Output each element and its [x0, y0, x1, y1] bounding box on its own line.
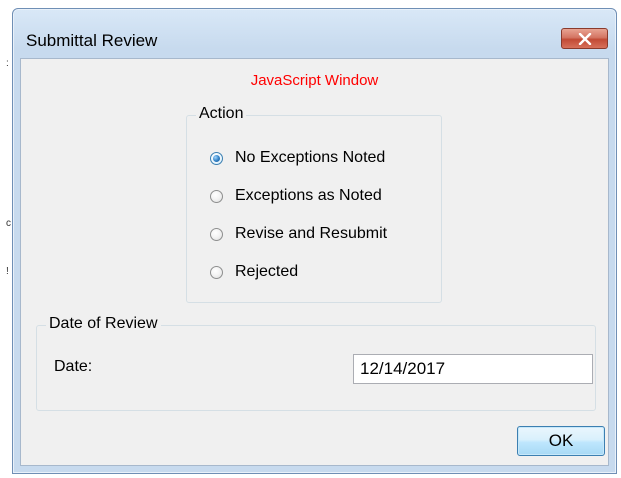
radio-button[interactable] [210, 265, 223, 279]
radio-option-revise-and-resubmit[interactable]: Revise and Resubmit [210, 222, 387, 246]
background-application: : c ! [0, 0, 12, 478]
close-icon [578, 32, 591, 45]
date-field-label: Date: [54, 358, 93, 375]
radio-label: Revise and Resubmit [235, 225, 388, 242]
date-group-legend: Date of Review [46, 315, 161, 333]
radio-button-selected[interactable] [210, 151, 223, 165]
dialog-content: JavaScript Window Action No Exceptions N… [20, 58, 609, 466]
title-bar[interactable]: Submittal Review [13, 9, 616, 57]
action-groupbox: Action No Exceptions Noted Exceptions as… [186, 105, 442, 303]
radio-option-no-exceptions[interactable]: No Exceptions Noted [210, 146, 385, 170]
radio-label: No Exceptions Noted [235, 149, 386, 166]
window-title: Submittal Review [26, 31, 158, 50]
date-input[interactable] [353, 354, 593, 384]
radio-button[interactable] [210, 227, 223, 241]
radio-option-rejected[interactable]: Rejected [210, 260, 298, 284]
background-mark: : [6, 58, 9, 69]
javascript-window-label: JavaScript Window [250, 72, 379, 89]
action-group-legend: Action [196, 105, 247, 123]
radio-label: Rejected [235, 263, 299, 280]
radio-label: Exceptions as Noted [235, 187, 382, 204]
dialog-window: Submittal Review JavaScript Window Actio… [12, 8, 617, 474]
background-mark: ! [6, 266, 9, 277]
background-mark: c [6, 218, 11, 229]
radio-button[interactable] [210, 189, 223, 203]
date-of-review-groupbox: Date of Review Date: [36, 315, 596, 411]
ok-button[interactable]: OK [517, 426, 605, 456]
close-button[interactable] [561, 28, 608, 49]
radio-option-exceptions-as-noted[interactable]: Exceptions as Noted [210, 184, 382, 208]
